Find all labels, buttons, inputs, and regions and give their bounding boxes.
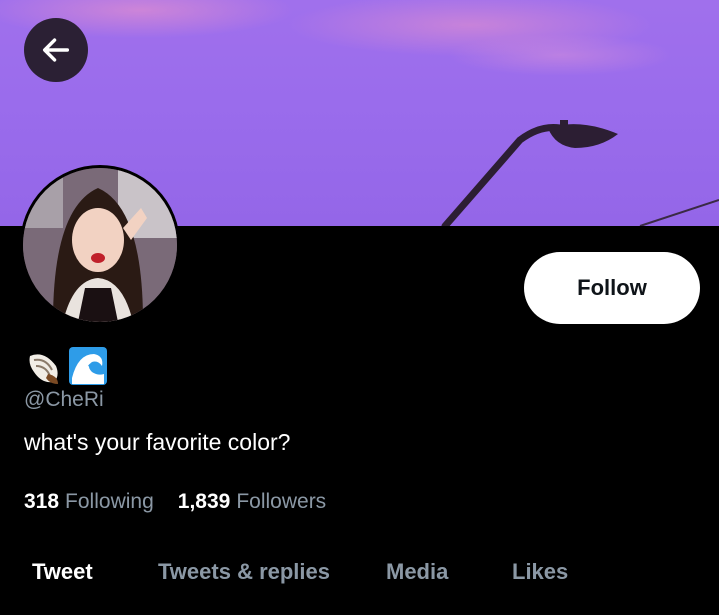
follow-button[interactable]: Follow bbox=[524, 252, 700, 324]
followers-count: 1,839 bbox=[177, 490, 231, 513]
back-button[interactable] bbox=[24, 18, 88, 82]
following-stat[interactable]: 318 Following bbox=[24, 490, 154, 514]
avatar-photo bbox=[23, 168, 177, 322]
tab-tweets-replies[interactable]: Tweets & replies bbox=[158, 540, 330, 604]
tab-tweet[interactable]: Tweet bbox=[32, 540, 93, 604]
spiral-shell-icon bbox=[24, 346, 64, 386]
profile-stats: 318 Following 1,839 Followers bbox=[24, 490, 326, 514]
display-name bbox=[24, 344, 108, 388]
profile-handle: @CheRi bbox=[24, 388, 104, 411]
tab-likes[interactable]: Likes bbox=[512, 540, 568, 604]
water-wave-icon bbox=[68, 346, 108, 386]
avatar[interactable] bbox=[20, 165, 180, 325]
arrow-left-icon bbox=[39, 33, 73, 67]
following-label: Following bbox=[65, 490, 154, 513]
following-count: 318 bbox=[24, 490, 60, 513]
followers-stat[interactable]: 1,839 Followers bbox=[178, 490, 326, 514]
followers-label: Followers bbox=[236, 490, 327, 513]
tab-media[interactable]: Media bbox=[386, 540, 448, 604]
profile-tabs: Tweet Tweets & replies Media Likes bbox=[0, 540, 719, 604]
profile-bio: what's your favorite color? bbox=[24, 429, 291, 455]
